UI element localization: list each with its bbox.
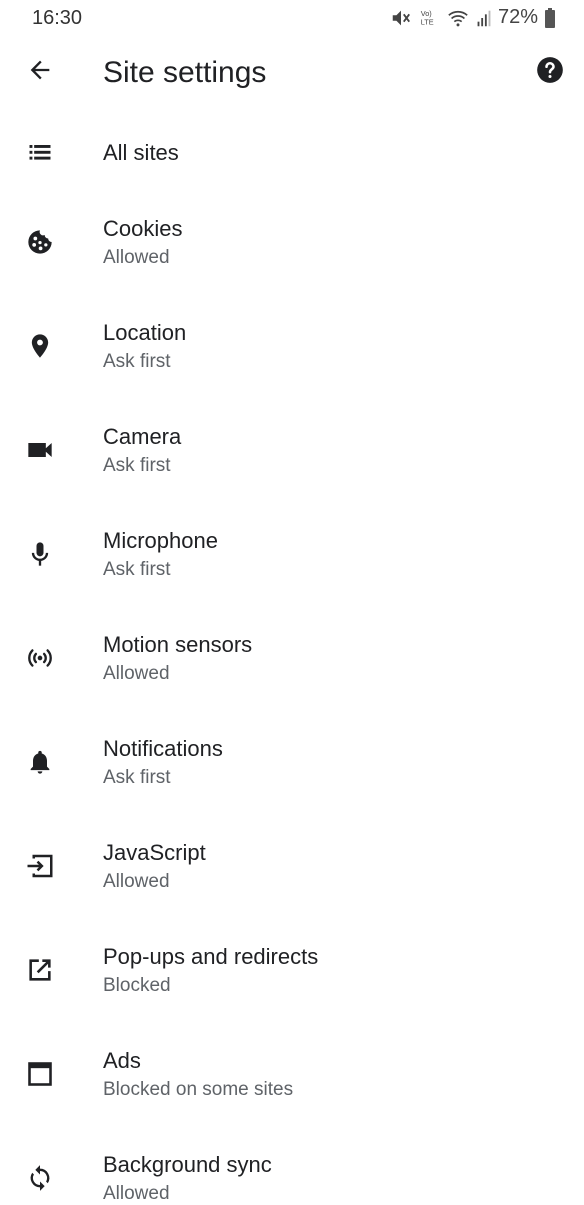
mute-icon [390,7,412,29]
list-item-title: Notifications [103,736,223,761]
list-item-title: Ads [103,1048,141,1073]
list-item-title: Camera [103,424,182,449]
sync-icon [24,1162,56,1194]
list-item-javascript[interactable]: JavaScript Allowed [0,818,584,922]
location-pin-icon [24,330,56,362]
web-window-icon [24,1058,56,1090]
svg-text:LTE: LTE [421,17,434,26]
app-bar: Site settings [0,40,584,112]
videocam-icon [24,434,56,466]
list-item-subtitle: Blocked [103,975,171,996]
list-item-title: Motion sensors [103,632,253,657]
list-item-cookies[interactable]: Cookies Allowed [0,194,584,298]
list-item-microphone[interactable]: Microphone Ask first [0,506,584,610]
help-button[interactable] [532,54,568,90]
battery-percent: 72% [497,6,538,28]
list-item-subtitle: Allowed [103,871,170,892]
mic-icon [24,538,56,570]
list-item-popups[interactable]: Pop-ups and redirects Blocked [0,922,584,1026]
back-button[interactable] [20,52,60,92]
status-bar: 16:30 Vo) LTE 72% [0,0,584,40]
list-item-subtitle: Ask first [103,559,171,580]
input-arrow-icon [24,850,56,882]
volte-icon: Vo) LTE [418,7,440,29]
page-title: Site settings [103,56,267,89]
list-item-title: Pop-ups and redirects [103,944,319,969]
list-item-subtitle: Allowed [103,1183,170,1204]
list-item-subtitle: Ask first [103,351,171,372]
status-icons: Vo) LTE 72% [390,6,556,29]
list-item-subtitle: Allowed [103,247,170,268]
signal-icon [476,7,492,29]
list-item-subtitle: Blocked on some sites [103,1079,294,1100]
list-item-camera[interactable]: Camera Ask first [0,402,584,506]
list-item-motion-sensors[interactable]: Motion sensors Allowed [0,610,584,714]
list-item-ads[interactable]: Ads Blocked on some sites [0,1026,584,1130]
help-icon [536,56,564,89]
list-item-title: Microphone [103,528,218,553]
bell-icon [24,746,56,778]
list-item-notifications[interactable]: Notifications Ask first [0,714,584,818]
list-item-subtitle: Allowed [103,663,170,684]
list-icon [24,136,56,168]
list-item-all-sites[interactable]: All sites [0,112,584,194]
cookie-icon [24,226,56,258]
list-item-subtitle: Ask first [103,455,171,476]
open-in-new-icon [24,954,56,986]
battery-icon [544,7,556,28]
arrow-back-icon [26,56,54,89]
motion-sensor-icon [24,642,56,674]
list-item-title: Cookies [103,216,183,241]
status-time: 16:30 [32,7,83,29]
list-item-title: Background sync [103,1152,272,1177]
wifi-icon [446,7,470,29]
list-item-subtitle: Ask first [103,767,171,788]
list-item-title: JavaScript [103,840,206,865]
list-item-background-sync[interactable]: Background sync Allowed [0,1130,584,1204]
list-item-title: Location [103,320,187,345]
list-item-title: All sites [103,140,179,165]
list-item-location[interactable]: Location Ask first [0,298,584,402]
